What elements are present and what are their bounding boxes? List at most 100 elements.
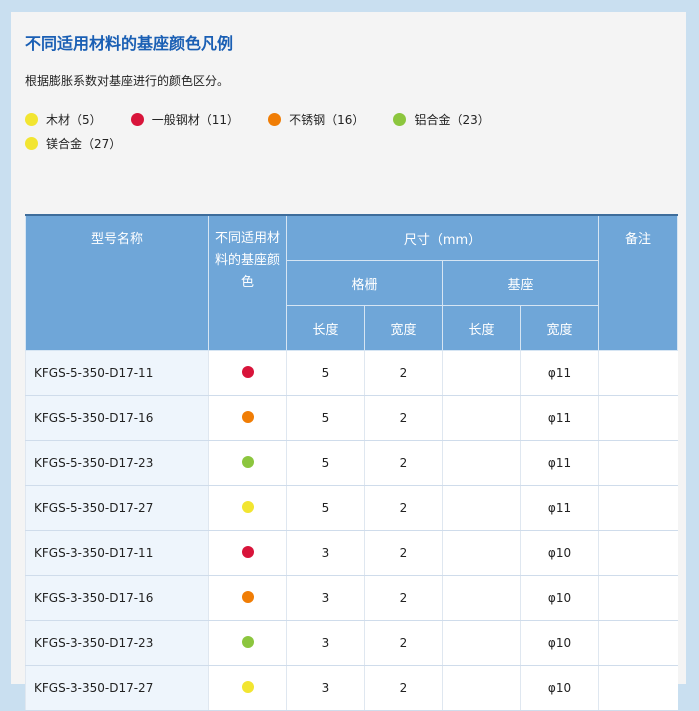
cell-note	[598, 350, 678, 396]
cell-grating-length: 5	[286, 350, 365, 396]
cell-model: KFGS-3-350-D17-11	[25, 530, 209, 576]
cell-note	[598, 575, 678, 621]
header-base-length: 长度	[442, 305, 521, 351]
cell-base-length	[442, 530, 521, 576]
table-row: KFGS-5-350-D17-27 5 2 φ11	[25, 485, 678, 531]
header-color: 不同适用材料的基座颜色	[208, 214, 287, 351]
legend-dot	[393, 112, 407, 126]
cell-note	[598, 530, 678, 576]
color-legend: 木材（5） 一般钢材（11） 不锈钢（16） 铝合金（23） 镁合金（27）	[25, 107, 665, 155]
content-panel: 不同适用材料的基座颜色凡例 根据膨胀系数对基座进行的颜色区分。 木材（5） 一般…	[11, 12, 686, 711]
legend-item-stainless: 不锈钢（16）	[268, 107, 364, 131]
cell-model: KFGS-3-350-D17-27	[25, 665, 209, 711]
header-size: 尺寸（mm）	[285, 214, 600, 261]
table-row: KFGS-3-350-D17-11 3 2 φ10	[25, 530, 678, 576]
legend-item-magnesium: 镁合金（27）	[25, 131, 121, 155]
cell-note	[598, 395, 678, 441]
cell-model: KFGS-5-350-D17-16	[25, 395, 209, 441]
color-dot	[241, 455, 254, 468]
color-dot	[241, 590, 254, 603]
legend-item-steel: 一般钢材（11）	[130, 107, 240, 131]
cell-grating-width: 2	[364, 395, 443, 441]
color-dot	[241, 635, 254, 648]
table-row: KFGS-3-350-D17-16 3 2 φ10	[25, 575, 678, 621]
table-row: KFGS-5-350-D17-16 5 2 φ11	[25, 395, 678, 441]
cell-base-width: φ11	[519, 485, 599, 531]
cell-grating-length: 5	[286, 440, 365, 486]
cell-grating-length: 3	[286, 620, 365, 666]
table-row: KFGS-3-350-D17-27 3 2 φ10	[25, 665, 678, 711]
cell-grating-width: 2	[364, 350, 443, 396]
header-grating-width: 宽度	[364, 305, 443, 351]
header-note: 备注	[598, 214, 679, 351]
cell-base-length	[442, 485, 521, 531]
header-base: 基座	[441, 260, 600, 306]
cell-base-width: φ10	[519, 530, 599, 576]
cell-base-length	[442, 665, 521, 711]
cell-grating-length: 3	[286, 575, 365, 621]
cell-grating-length: 3	[286, 665, 365, 711]
cell-grating-width: 2	[364, 665, 443, 711]
color-dot	[241, 545, 254, 558]
color-dot	[241, 680, 254, 693]
legend-dot	[25, 136, 38, 150]
cell-base-width: φ10	[519, 665, 599, 711]
cell-base-width: φ10	[519, 620, 599, 666]
cell-color	[208, 440, 287, 486]
cell-color	[208, 395, 287, 441]
cell-note	[598, 440, 678, 486]
cell-base-length	[442, 575, 521, 621]
table-row: KFGS-5-350-D17-11 5 2 φ11	[25, 350, 678, 396]
legend-label: 镁合金（27）	[46, 136, 122, 151]
cell-model: KFGS-3-350-D17-16	[25, 575, 209, 621]
cell-grating-width: 2	[364, 575, 443, 621]
header-grating: 格栅	[286, 260, 443, 306]
cell-base-length	[442, 620, 521, 666]
legend-label: 木材（5）	[46, 112, 102, 127]
legend-label: 铝合金（23）	[414, 112, 490, 127]
cell-model: KFGS-3-350-D17-23	[25, 620, 209, 666]
spec-table: 型号名称 不同适用材料的基座颜色 尺寸（mm） 备注 格栅 基座 长度 宽度 长…	[25, 214, 679, 711]
color-dot	[241, 410, 254, 423]
cell-base-width: φ11	[519, 440, 599, 486]
legend-item-wood: 木材（5）	[25, 107, 102, 131]
page-subtitle: 根据膨胀系数对基座进行的颜色区分。	[25, 74, 230, 88]
cell-color	[208, 530, 287, 576]
spec-table-container: 型号名称 不同适用材料的基座颜色 尺寸（mm） 备注 格栅 基座 长度 宽度 长…	[25, 214, 679, 711]
legend-label: 不锈钢（16）	[289, 112, 365, 127]
cell-base-length	[442, 440, 521, 486]
color-dot	[241, 500, 254, 513]
header-base-width: 宽度	[519, 305, 600, 351]
header-model: 型号名称	[25, 214, 209, 351]
cell-base-length	[442, 395, 521, 441]
cell-model: KFGS-5-350-D17-11	[25, 350, 209, 396]
cell-color	[208, 665, 287, 711]
cell-grating-length: 5	[286, 485, 365, 531]
cell-grating-width: 2	[364, 620, 443, 666]
table-row: KFGS-5-350-D17-23 5 2 φ11	[25, 440, 678, 486]
legend-dot	[268, 112, 282, 126]
cell-note	[598, 620, 678, 666]
legend-item-aluminum: 铝合金（23）	[393, 107, 490, 131]
cell-model: KFGS-5-350-D17-27	[25, 485, 209, 531]
cell-grating-width: 2	[364, 440, 443, 486]
legend-label: 一般钢材（11）	[151, 112, 240, 127]
cell-grating-length: 3	[286, 530, 365, 576]
cell-color	[208, 575, 287, 621]
cell-color	[208, 485, 287, 531]
cell-grating-width: 2	[364, 530, 443, 576]
cell-base-width: φ10	[519, 575, 599, 621]
cell-color	[208, 620, 287, 666]
cell-note	[598, 665, 678, 711]
color-dot	[241, 365, 254, 378]
cell-grating-width: 2	[364, 485, 443, 531]
cell-base-width: φ11	[519, 395, 599, 441]
cell-base-length	[442, 350, 521, 396]
legend-dot	[25, 112, 38, 126]
cell-note	[598, 485, 678, 531]
cell-base-width: φ11	[519, 350, 599, 396]
legend-dot	[130, 112, 144, 126]
page-title: 不同适用材料的基座颜色凡例	[25, 34, 234, 53]
table-row: KFGS-3-350-D17-23 3 2 φ10	[25, 620, 678, 666]
cell-color	[208, 350, 287, 396]
